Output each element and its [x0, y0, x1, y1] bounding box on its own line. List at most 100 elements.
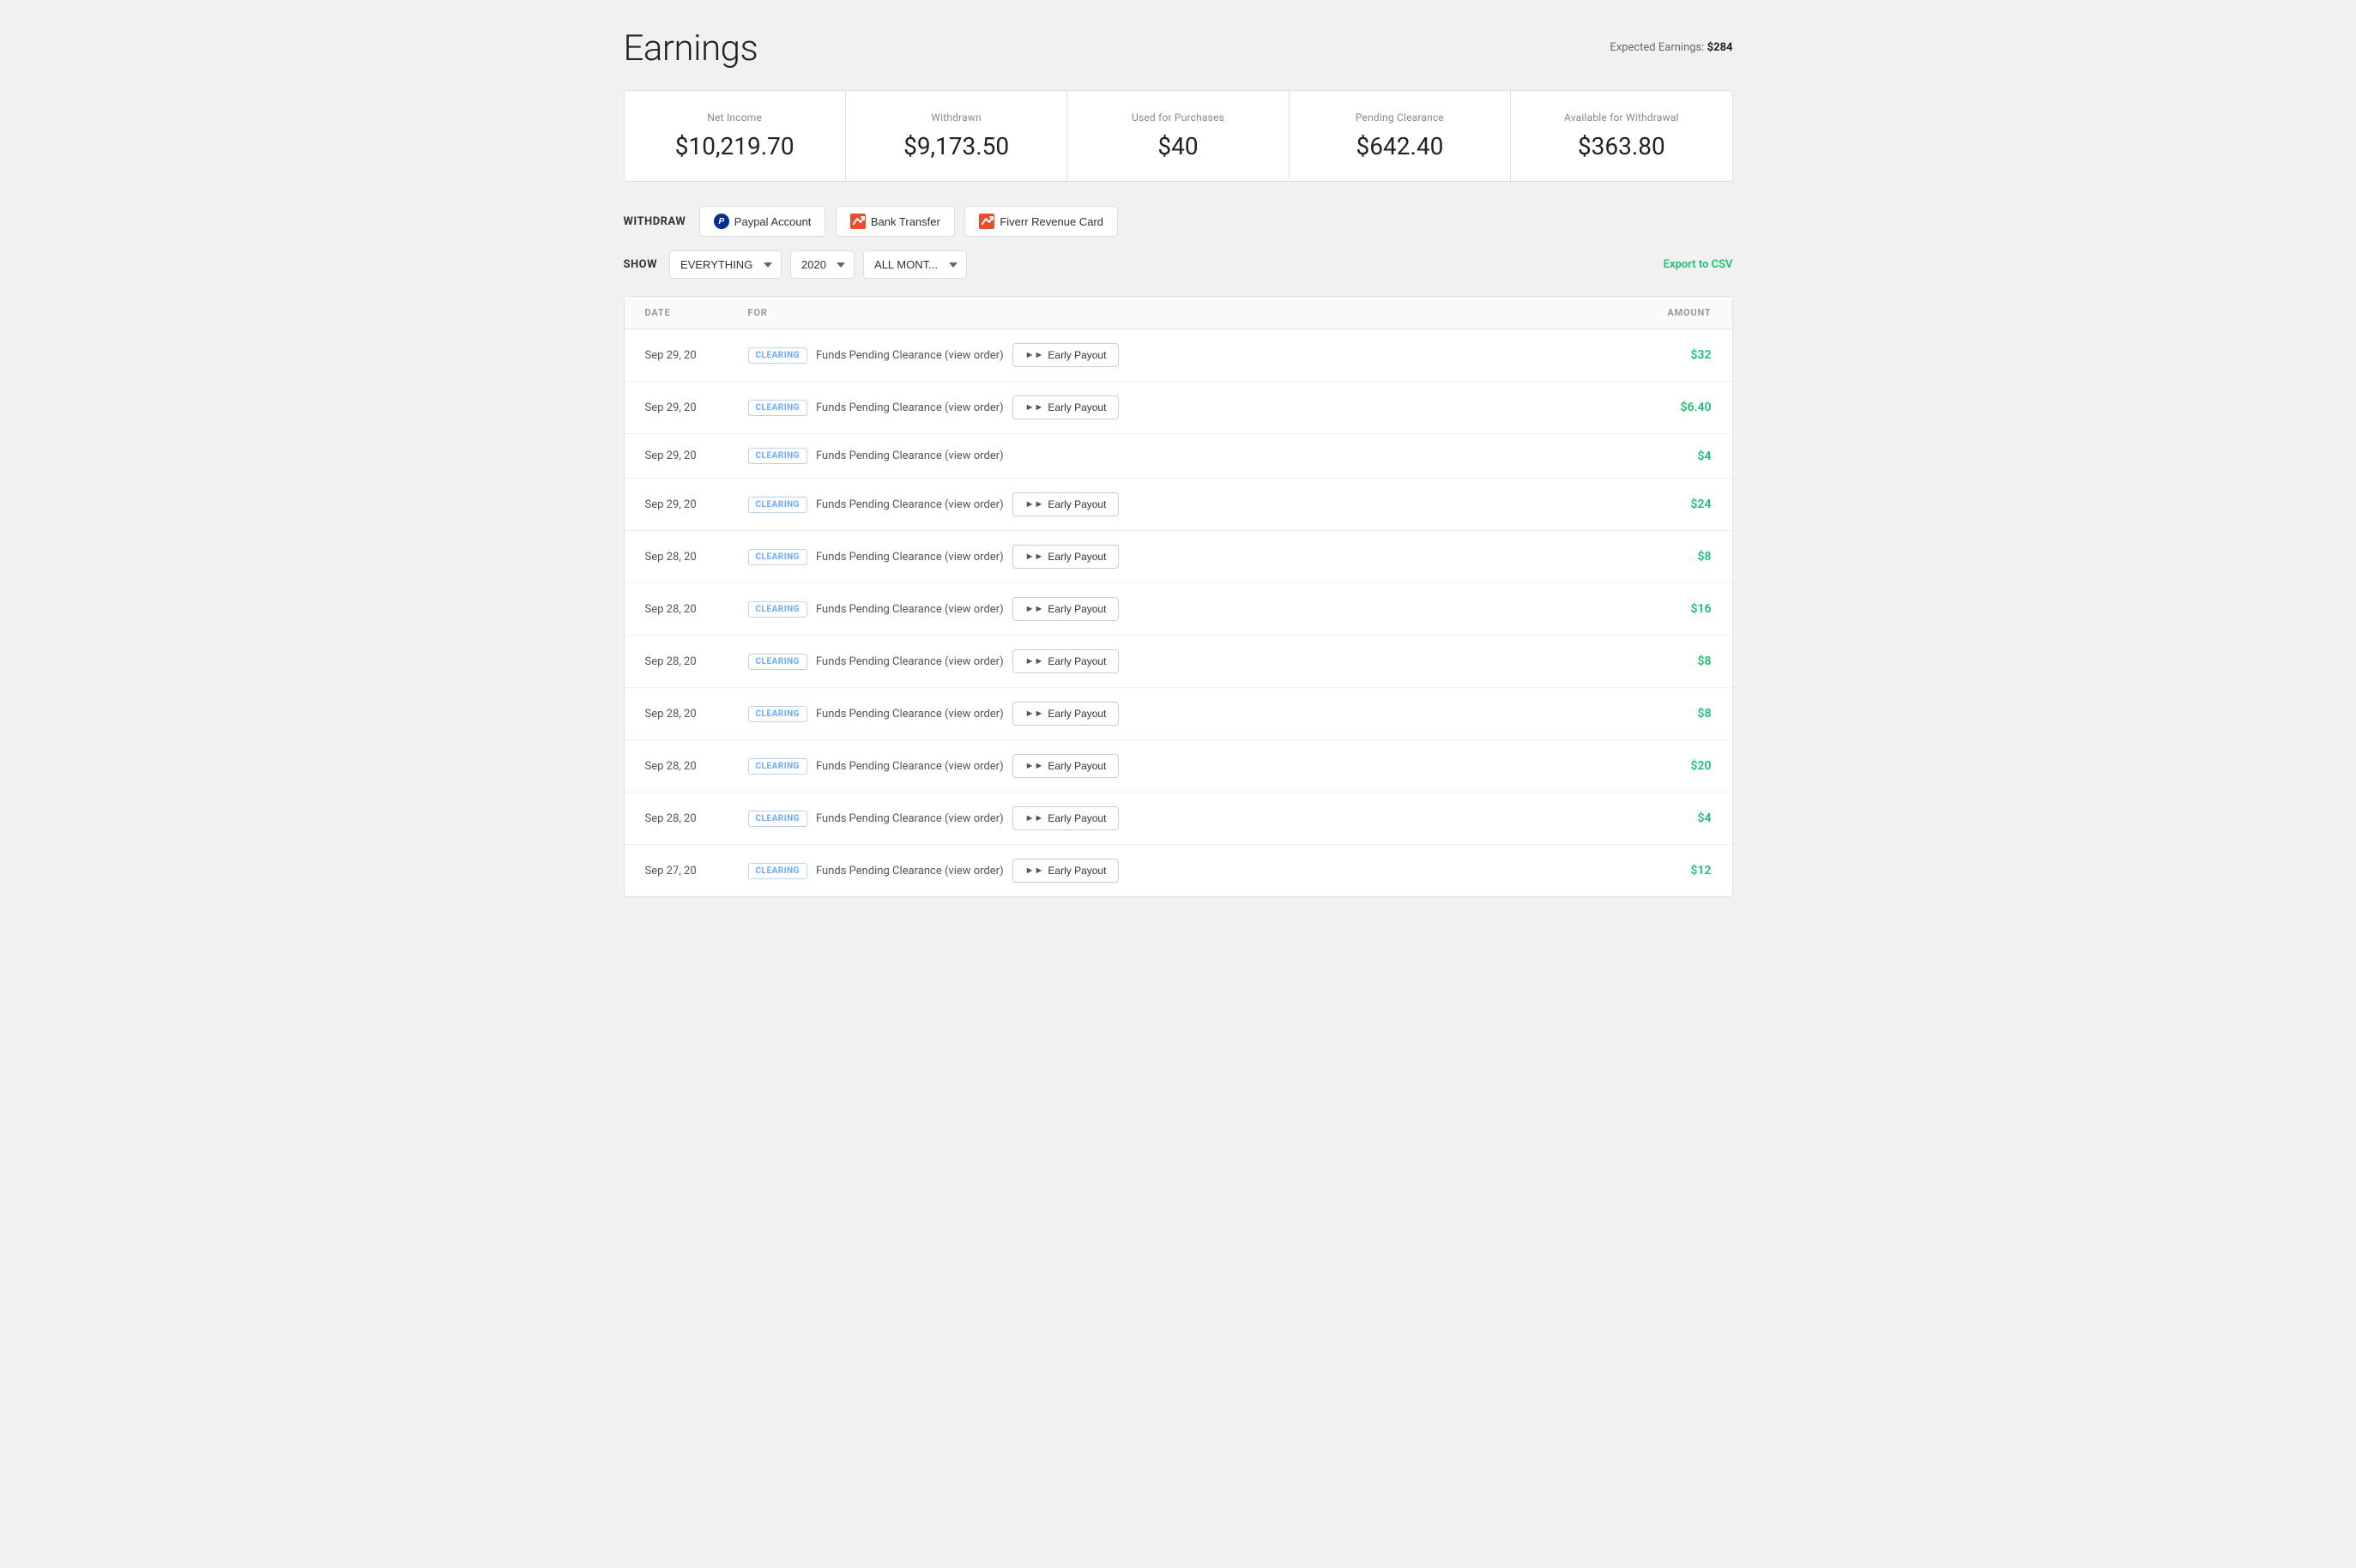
summary-item: Available for Withdrawal $363.80	[1511, 91, 1731, 181]
row-date: Sep 28, 20	[645, 655, 748, 668]
summary-label: Used for Purchases	[1084, 112, 1271, 124]
paypal-icon: P	[714, 214, 729, 229]
fast-forward-icon: ►►	[1025, 402, 1044, 413]
withdraw-label: WITHDRAW	[624, 215, 686, 228]
fast-forward-icon: ►►	[1025, 813, 1044, 823]
early-payout-button[interactable]: ►► Early Payout	[1012, 545, 1120, 569]
row-for: CLEARING Funds Pending Clearance (view o…	[748, 545, 1626, 569]
clearing-badge: CLEARING	[748, 863, 808, 879]
clearing-badge: CLEARING	[748, 654, 808, 670]
table-row: Sep 29, 20 CLEARING Funds Pending Cleara…	[625, 479, 1732, 531]
bank-transfer-button[interactable]: Bank Transfer	[836, 206, 955, 237]
export-csv-link[interactable]: Export to CSV	[1664, 258, 1733, 271]
row-for: CLEARING Funds Pending Clearance (view o…	[748, 343, 1626, 367]
summary-item: Pending Clearance $642.40	[1290, 91, 1511, 181]
early-payout-button[interactable]: ►► Early Payout	[1012, 395, 1120, 419]
summary-label: Pending Clearance	[1307, 112, 1493, 124]
paypal-button[interactable]: P Paypal Account	[699, 206, 826, 237]
row-amount: $6.40	[1626, 401, 1712, 414]
row-amount: $16	[1626, 602, 1712, 616]
clearing-badge: CLEARING	[748, 601, 808, 618]
early-payout-button[interactable]: ►► Early Payout	[1012, 859, 1120, 883]
early-payout-button[interactable]: ►► Early Payout	[1012, 492, 1120, 516]
fast-forward-icon: ►►	[1025, 350, 1044, 360]
page-header: Earnings Expected Earnings: $284	[624, 27, 1733, 69]
row-for: CLEARING Funds Pending Clearance (view o…	[748, 395, 1626, 419]
summary-label: Withdrawn	[863, 112, 1049, 124]
row-date: Sep 28, 20	[645, 551, 748, 564]
clearing-badge: CLEARING	[748, 811, 808, 827]
early-payout-label: Early Payout	[1048, 401, 1106, 413]
fast-forward-icon: ►►	[1025, 604, 1044, 614]
withdraw-section: WITHDRAW P Paypal Account Bank Transfer …	[624, 206, 1733, 237]
show-section: SHOW EVERYTHING 2020 ALL MONT... Export …	[624, 250, 1733, 279]
transactions-table: DATE FOR AMOUNT Sep 29, 20 CLEARING Fund…	[624, 296, 1733, 897]
row-description: Funds Pending Clearance (view order)	[816, 449, 1004, 462]
early-payout-label: Early Payout	[1048, 760, 1106, 772]
fiverr-revenue-card-button[interactable]: Fiverr Revenue Card	[964, 206, 1118, 237]
fiverr-card-icon	[979, 214, 994, 229]
row-date: Sep 29, 20	[645, 401, 748, 414]
row-for: CLEARING Funds Pending Clearance (view o…	[748, 754, 1626, 778]
row-description: Funds Pending Clearance (view order)	[816, 760, 1004, 773]
row-amount: $4	[1626, 811, 1712, 825]
row-amount: $32	[1626, 348, 1712, 362]
clearing-badge: CLEARING	[748, 400, 808, 416]
row-date: Sep 29, 20	[645, 349, 748, 362]
early-payout-button[interactable]: ►► Early Payout	[1012, 597, 1120, 621]
row-for: CLEARING Funds Pending Clearance (view o…	[748, 702, 1626, 726]
row-description: Funds Pending Clearance (view order)	[816, 812, 1004, 825]
paypal-label: Paypal Account	[734, 215, 812, 228]
table-header: DATE FOR AMOUNT	[625, 297, 1732, 329]
filter-month-select[interactable]: ALL MONT...	[863, 250, 967, 279]
early-payout-label: Early Payout	[1048, 812, 1106, 824]
table-row: Sep 28, 20 CLEARING Funds Pending Cleara…	[625, 688, 1732, 740]
summary-value: $40	[1084, 132, 1271, 160]
row-description: Funds Pending Clearance (view order)	[816, 655, 1004, 668]
page-title: Earnings	[624, 27, 758, 69]
row-date: Sep 28, 20	[645, 760, 748, 773]
row-description: Funds Pending Clearance (view order)	[816, 603, 1004, 616]
row-date: Sep 28, 20	[645, 603, 748, 616]
table-row: Sep 28, 20 CLEARING Funds Pending Cleara…	[625, 793, 1732, 845]
table-row: Sep 29, 20 CLEARING Funds Pending Cleara…	[625, 382, 1732, 434]
row-date: Sep 28, 20	[645, 708, 748, 721]
table-row: Sep 29, 20 CLEARING Funds Pending Cleara…	[625, 329, 1732, 382]
early-payout-label: Early Payout	[1048, 603, 1106, 615]
fast-forward-icon: ►►	[1025, 656, 1044, 666]
row-description: Funds Pending Clearance (view order)	[816, 551, 1004, 564]
header-amount: AMOUNT	[1626, 307, 1712, 318]
summary-card: Net Income $10,219.70 Withdrawn $9,173.5…	[624, 90, 1733, 182]
row-for: CLEARING Funds Pending Clearance (view o…	[748, 448, 1626, 464]
early-payout-label: Early Payout	[1048, 655, 1106, 667]
filter-type-select[interactable]: EVERYTHING	[669, 250, 782, 279]
early-payout-button[interactable]: ►► Early Payout	[1012, 806, 1120, 830]
early-payout-button[interactable]: ►► Early Payout	[1012, 343, 1120, 367]
row-description: Funds Pending Clearance (view order)	[816, 349, 1004, 362]
row-date: Sep 28, 20	[645, 812, 748, 825]
header-date: DATE	[645, 307, 748, 318]
row-amount: $8	[1626, 654, 1712, 668]
row-for: CLEARING Funds Pending Clearance (view o…	[748, 492, 1626, 516]
fiverr-revenue-card-label: Fiverr Revenue Card	[1000, 215, 1103, 228]
filter-year-select[interactable]: 2020	[790, 250, 855, 279]
clearing-badge: CLEARING	[748, 497, 808, 513]
summary-value: $9,173.50	[863, 132, 1049, 160]
row-description: Funds Pending Clearance (view order)	[816, 498, 1004, 511]
summary-value: $363.80	[1528, 132, 1714, 160]
fast-forward-icon: ►►	[1025, 865, 1044, 876]
summary-value: $642.40	[1307, 132, 1493, 160]
summary-item: Used for Purchases $40	[1067, 91, 1289, 181]
early-payout-label: Early Payout	[1048, 498, 1106, 510]
early-payout-button[interactable]: ►► Early Payout	[1012, 702, 1120, 726]
show-label: SHOW	[624, 258, 658, 271]
row-description: Funds Pending Clearance (view order)	[816, 401, 1004, 414]
clearing-badge: CLEARING	[748, 347, 808, 364]
summary-item: Net Income $10,219.70	[625, 91, 846, 181]
fast-forward-icon: ►►	[1025, 499, 1044, 510]
row-description: Funds Pending Clearance (view order)	[816, 708, 1004, 721]
row-amount: $8	[1626, 707, 1712, 721]
row-description: Funds Pending Clearance (view order)	[816, 865, 1004, 877]
early-payout-button[interactable]: ►► Early Payout	[1012, 649, 1120, 673]
early-payout-button[interactable]: ►► Early Payout	[1012, 754, 1120, 778]
